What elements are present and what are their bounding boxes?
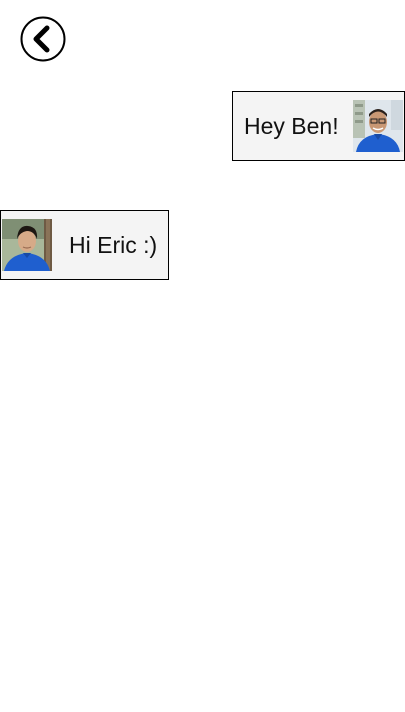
back-button[interactable]: [20, 16, 66, 62]
message-bubble-outgoing[interactable]: Hey Ben!: [232, 91, 405, 161]
message-text: Hey Ben!: [244, 112, 339, 139]
message-bubble-incoming[interactable]: Hi Eric :): [0, 210, 169, 280]
avatar: [353, 100, 403, 152]
chat-screen: Hey Ben! Hi Eric:): [0, 0, 405, 712]
avatar: [2, 219, 52, 271]
message-text: Hi Eric :): [69, 231, 158, 258]
